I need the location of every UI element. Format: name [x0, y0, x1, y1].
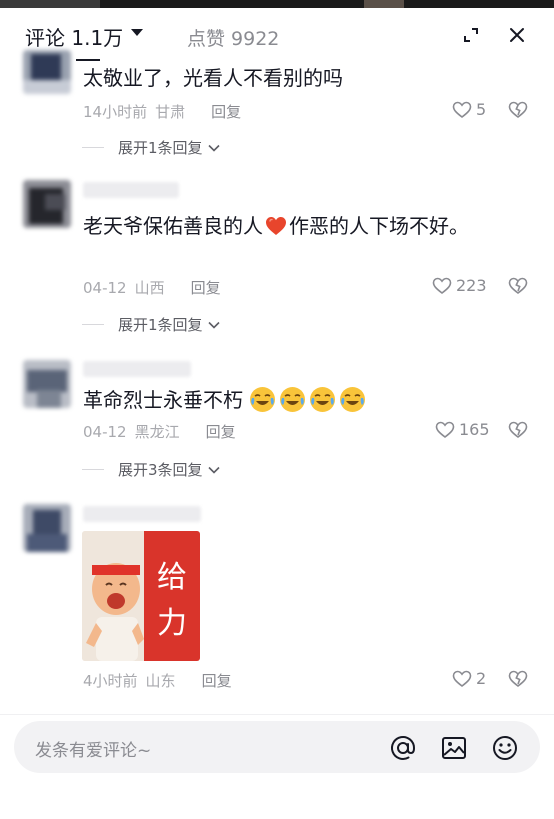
dislike-icon[interactable]	[508, 277, 528, 295]
avatar[interactable]	[23, 180, 71, 228]
crying-laugh-emoji-icon	[250, 387, 276, 412]
crying-laugh-emoji-icon	[280, 387, 306, 412]
comment-meta: 04-12 山西 回复	[83, 277, 221, 298]
comment-meta: 04-12 黑龙江 回复	[83, 421, 236, 442]
avatar[interactable]	[23, 360, 71, 408]
divider-line	[82, 147, 104, 148]
comment-text-part: 革命烈士永垂不朽	[83, 388, 243, 412]
avatar[interactable]	[23, 50, 71, 94]
chevron-down-icon[interactable]	[131, 29, 143, 36]
heart-emoji-icon	[266, 217, 286, 235]
comment-time: 04-12	[83, 423, 127, 441]
expand-replies-button[interactable]: 展开1条回复	[82, 137, 220, 158]
crying-laugh-emoji-icon	[340, 387, 366, 412]
sticker-text-1: 给	[157, 560, 187, 595]
at-icon[interactable]	[389, 734, 417, 762]
comment-text: 革命烈士永垂不朽	[83, 386, 503, 415]
username-blurred[interactable]	[83, 361, 191, 377]
expand-replies-label: 展开1条回复	[118, 139, 203, 157]
like-button[interactable]: 165	[435, 420, 490, 439]
background-video-strip	[0, 0, 554, 8]
chevron-down-icon	[207, 144, 220, 152]
expand-replies-button[interactable]: 展开3条回复	[82, 459, 220, 480]
dislike-icon[interactable]	[508, 670, 528, 688]
comment-text: 太敬业了，光看人不看别的吗	[83, 66, 343, 90]
comment-text-part: 老天爷保佑善良的人	[83, 214, 263, 238]
expand-replies-label: 展开1条回复	[118, 316, 203, 334]
heart-outline-icon	[452, 101, 472, 118]
avatar[interactable]	[23, 504, 71, 552]
close-icon[interactable]	[508, 26, 526, 44]
crying-laugh-emoji-icon	[310, 387, 336, 412]
emoji-icon[interactable]	[491, 734, 519, 762]
comment-location: 山西	[134, 279, 165, 297]
comment-input-bar[interactable]: 发条有爱评论~	[14, 721, 540, 773]
dislike-icon[interactable]	[508, 421, 528, 439]
like-button[interactable]: 2	[452, 669, 486, 688]
comment-location: 山东	[145, 672, 176, 690]
sticker-image[interactable]: 给 力	[82, 531, 200, 661]
divider-line	[82, 324, 104, 325]
reply-button[interactable]: 回复	[202, 672, 232, 690]
chevron-down-icon	[207, 321, 220, 329]
comment-time: 4小时前	[83, 672, 138, 690]
reply-button[interactable]: 回复	[206, 423, 236, 441]
expand-replies-button[interactable]: 展开1条回复	[82, 314, 220, 335]
comment-time: 14小时前	[83, 103, 148, 121]
comment-text: 老天爷保佑善良的人 作恶的人下场不好。	[83, 212, 503, 241]
like-button[interactable]: 223	[432, 276, 487, 295]
divider-line	[82, 469, 104, 470]
comment-meta: 4小时前 山东 回复	[83, 670, 232, 691]
comment-location: 黑龙江	[134, 423, 180, 441]
comment-time: 04-12	[83, 279, 127, 297]
like-count: 2	[476, 669, 487, 688]
image-icon[interactable]	[440, 734, 468, 762]
comment-panel-header: 评论 1.1万 点赞 9922	[0, 8, 554, 61]
reply-button[interactable]: 回复	[211, 103, 241, 121]
comment-text-part: 作恶的人下场不好。	[289, 214, 469, 238]
comment-meta: 14小时前 甘肃 回复	[83, 101, 241, 122]
heart-outline-icon	[435, 421, 455, 438]
username-blurred[interactable]	[83, 506, 201, 522]
expand-replies-label: 展开3条回复	[118, 461, 203, 479]
heart-outline-icon	[432, 277, 452, 294]
heart-outline-icon	[452, 670, 472, 687]
expand-icon[interactable]	[462, 26, 480, 44]
sticker-text-2: 力	[157, 606, 187, 641]
likes-count-tab[interactable]: 点赞 9922	[187, 24, 279, 51]
reply-button[interactable]: 回复	[191, 279, 221, 297]
dislike-icon[interactable]	[508, 101, 528, 119]
username-blurred[interactable]	[83, 182, 179, 198]
comment-location: 甘肃	[155, 103, 186, 121]
footer-divider	[0, 714, 554, 715]
like-count: 165	[459, 420, 490, 439]
chevron-down-icon	[207, 466, 220, 474]
like-button[interactable]: 5	[452, 100, 486, 119]
like-count: 5	[476, 100, 487, 119]
like-count: 223	[456, 276, 487, 295]
comment-count-tab[interactable]: 评论 1.1万	[25, 22, 123, 51]
tab-indicator	[76, 59, 100, 61]
comment-input-placeholder[interactable]: 发条有爱评论~	[35, 736, 151, 761]
